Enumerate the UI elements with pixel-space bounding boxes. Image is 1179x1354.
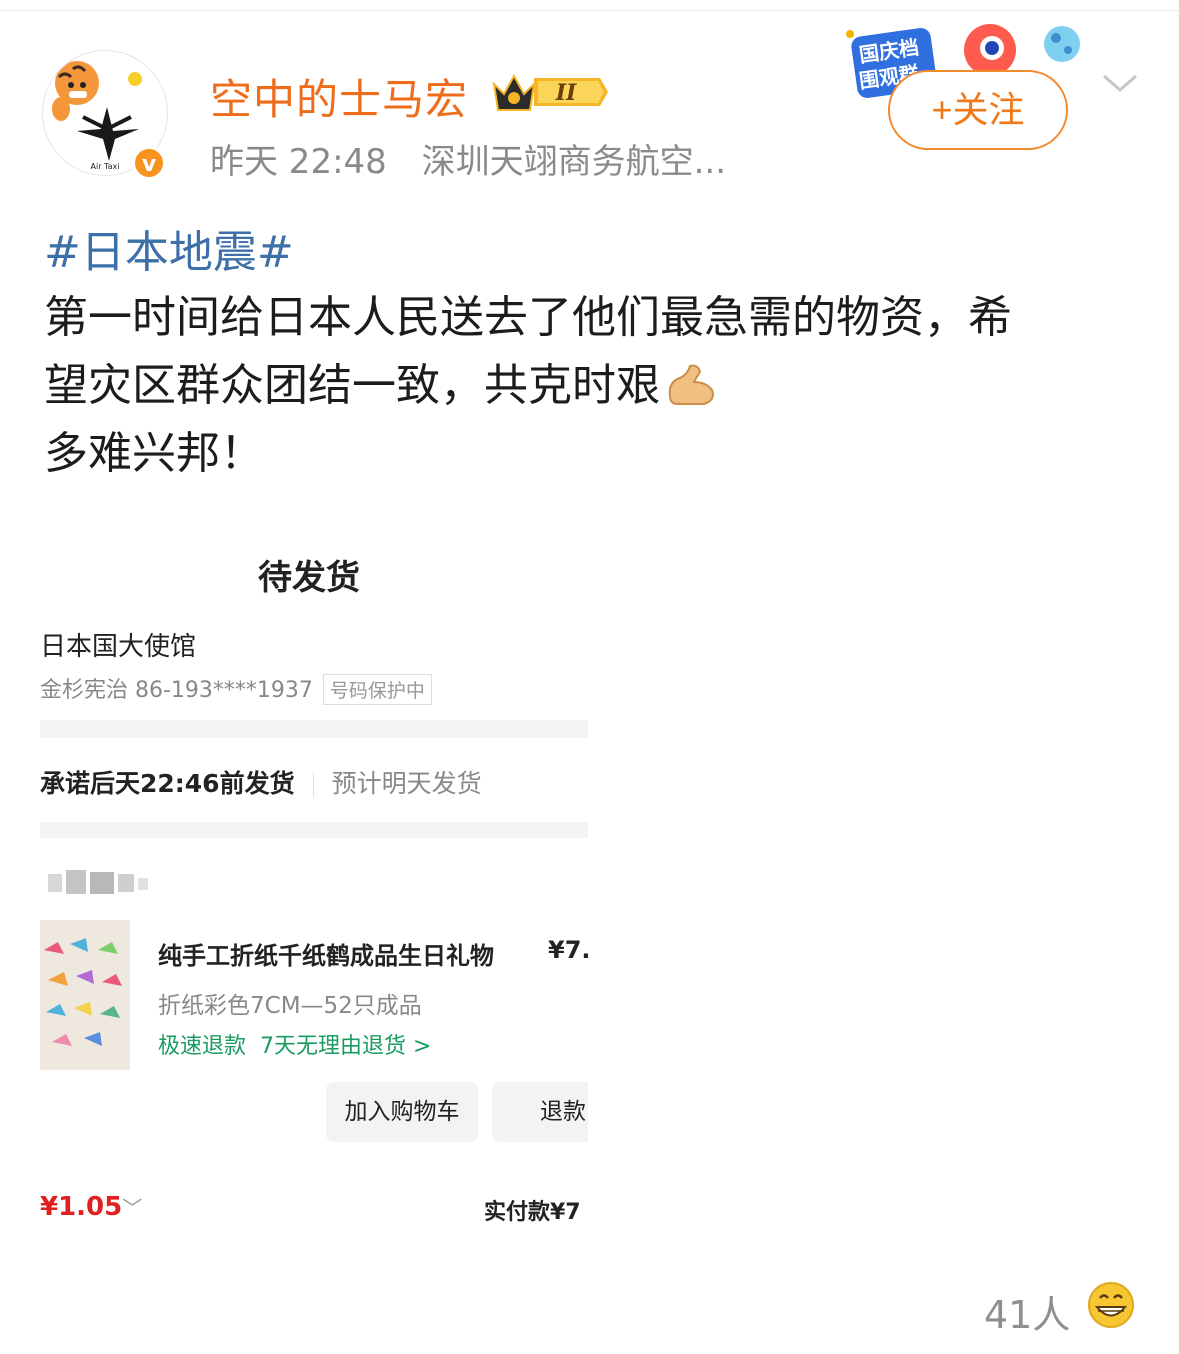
svg-text:Air Taxi: Air Taxi bbox=[91, 162, 120, 171]
section-divider bbox=[40, 822, 588, 838]
refund-button: 退款 bbox=[492, 1082, 588, 1142]
paid-amount: 实付款¥7 bbox=[484, 1200, 581, 1225]
blurred-shop-name bbox=[48, 870, 148, 894]
topic-hashtag[interactable]: #日本地震# bbox=[44, 216, 294, 280]
return-policy-tag: 7天无理由退货 > bbox=[260, 1034, 432, 1059]
order-screenshot-image[interactable]: 待发货 日本国大使馆 金杉宪治 86-193****1937 号码保护中 承诺后天… bbox=[40, 520, 588, 1248]
post-text-line: 多难兴邦！ bbox=[44, 428, 264, 479]
author-name[interactable]: 空中的士马宏 bbox=[210, 66, 468, 127]
number-protect-badge: 号码保护中 bbox=[322, 674, 432, 705]
product-thumbnail bbox=[40, 920, 130, 1070]
crown-vip-icon[interactable]: II bbox=[492, 70, 608, 114]
chevron-down-icon[interactable] bbox=[1100, 68, 1140, 98]
follow-button[interactable]: +关注 bbox=[888, 70, 1068, 150]
product-name: 纯手工折纸千纸鹤成品生日礼物 bbox=[158, 942, 494, 970]
recipient-name: 日本国大使馆 bbox=[40, 632, 197, 662]
post-text-line: 望灾区群众团结一致，共克时艰 bbox=[44, 352, 1124, 420]
shipping-promise: 承诺后天22:46前发货 预计明天发货 bbox=[40, 769, 482, 798]
muscle-emoji bbox=[668, 364, 714, 405]
order-status-title: 待发货 bbox=[258, 558, 360, 598]
reaction-count[interactable]: 41人 bbox=[984, 1284, 1070, 1339]
recipient-contact: 金杉宪治 86-193****1937 号码保护中 bbox=[40, 672, 432, 705]
post-text-line: 第一时间给日本人民送去了他们最急需的物资，希 bbox=[44, 292, 1012, 343]
top-divider bbox=[0, 10, 1179, 11]
post-source[interactable]: 深圳天翊商务航空... bbox=[422, 142, 726, 182]
post-time[interactable]: 昨天 22:48 bbox=[210, 142, 387, 182]
post-meta: 昨天 22:48 深圳天翊商务航空... bbox=[210, 134, 726, 183]
service-tags: 极速退款 7天无理由退货 > bbox=[158, 1028, 445, 1060]
grin-emoji[interactable] bbox=[1086, 1280, 1136, 1330]
author-avatar[interactable]: Air Taxi v bbox=[40, 38, 168, 180]
add-to-cart-button: 加入购物车 bbox=[326, 1082, 478, 1142]
verified-v-icon: v bbox=[132, 146, 166, 180]
fast-refund-tag: 极速退款 bbox=[158, 1034, 247, 1059]
product-spec: 折纸彩色7CM—52只成品 bbox=[158, 993, 422, 1019]
product-price: ¥7. bbox=[548, 936, 588, 964]
discount-amount: ¥1.05﹀ bbox=[40, 1192, 143, 1222]
svg-text:II: II bbox=[555, 80, 577, 106]
post-body: 第一时间给日本人民送去了他们最急需的物资，希 望灾区群众团结一致，共克时艰 多难… bbox=[44, 284, 1124, 488]
section-divider bbox=[40, 720, 588, 738]
